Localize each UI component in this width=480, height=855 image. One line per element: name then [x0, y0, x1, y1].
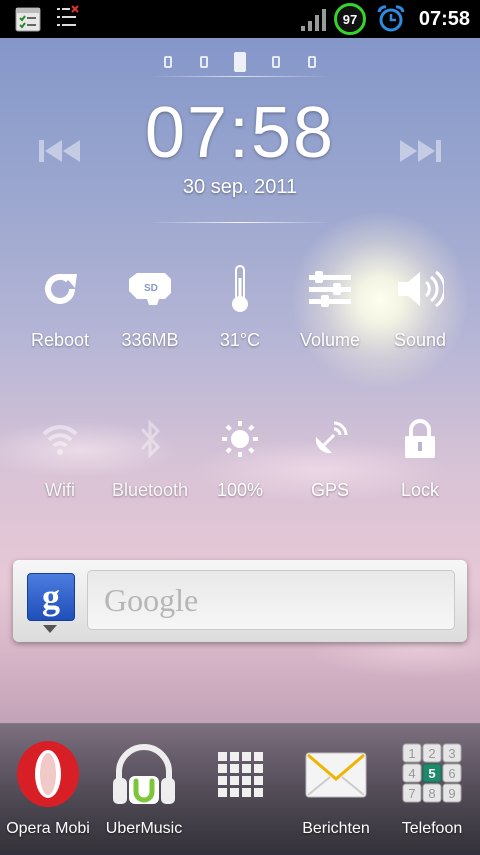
dock-app-opera[interactable]: Opera Mobi — [0, 738, 96, 838]
checklist-icon[interactable] — [56, 5, 80, 36]
toggle-label: Wifi — [45, 480, 75, 500]
svg-text:8: 8 — [428, 786, 435, 801]
ubermusic-headphones-icon — [96, 738, 192, 810]
alarm-icon — [376, 4, 406, 39]
sd-card-icon: SD — [105, 260, 195, 318]
toggle-lock[interactable]: Lock — [375, 410, 465, 501]
dock-app-berichten[interactable]: Berichten — [288, 738, 384, 838]
toggle-label: 31°C — [219, 330, 261, 350]
lock-icon — [375, 410, 465, 468]
tasks-app-icon[interactable] — [14, 5, 42, 38]
phone-dialpad-icon: 1 2 3 4 5 6 7 8 9 — [384, 738, 480, 810]
svg-text:9: 9 — [448, 786, 455, 801]
toggle-gps[interactable]: GPS — [285, 410, 375, 501]
toggle-sound[interactable]: Sound — [375, 260, 465, 351]
clock-date: 30 sep. 2011 — [182, 176, 298, 198]
page-dot-active[interactable] — [234, 52, 246, 72]
svg-text:1: 1 — [408, 746, 415, 761]
toggle-bluetooth[interactable]: Bluetooth — [105, 410, 195, 501]
divider — [150, 222, 330, 223]
toggle-brightness[interactable]: 100% — [195, 410, 285, 501]
page-dot[interactable] — [164, 56, 172, 68]
google-logo-letter: g — [42, 577, 60, 617]
toggle-label: Bluetooth — [111, 480, 189, 500]
app-drawer-grid-icon — [192, 738, 288, 810]
brightness-icon — [195, 410, 285, 468]
dock-label: Berichten — [302, 820, 370, 837]
dock-label: UberMusic — [105, 820, 183, 837]
toggle-label: Sound — [393, 330, 447, 350]
volume-sliders-icon — [285, 260, 375, 318]
dock-app-ubermusic[interactable]: UberMusic — [96, 738, 192, 838]
messages-envelope-icon — [288, 738, 384, 810]
divider — [150, 76, 330, 77]
svg-text:7: 7 — [408, 786, 415, 801]
page-indicator — [160, 52, 320, 74]
toggle-label: Lock — [400, 480, 440, 500]
page-dot[interactable] — [272, 56, 280, 68]
toggle-temperature[interactable]: 31°C — [195, 260, 285, 351]
dock-label: Telefoon — [401, 820, 463, 837]
speaker-icon — [375, 260, 465, 318]
toggle-wifi[interactable]: Wifi — [15, 410, 105, 501]
gps-satellite-icon — [285, 410, 375, 468]
battery-level: 97 — [342, 11, 358, 27]
toggle-reboot[interactable]: Reboot — [15, 260, 105, 351]
google-search-input[interactable]: Google — [87, 570, 455, 630]
signal-icon — [300, 8, 328, 37]
toggle-label: Reboot — [30, 330, 90, 350]
status-bar: 97 07:58 — [0, 0, 480, 38]
battery-indicator: 97 — [334, 3, 366, 35]
svg-text:6: 6 — [448, 766, 455, 781]
page-dot[interactable] — [308, 56, 316, 68]
page-dot[interactable] — [200, 56, 208, 68]
bluetooth-icon — [105, 410, 195, 468]
dock-app-telefoon[interactable]: 1 2 3 4 5 6 7 8 9 Telefoon — [384, 738, 480, 838]
google-search-widget: g Google — [13, 560, 467, 642]
google-logo-icon[interactable]: g — [27, 573, 75, 621]
opera-icon — [0, 738, 96, 810]
svg-text:2: 2 — [428, 746, 435, 761]
toggle-label: Volume — [299, 330, 361, 350]
status-time: 07:58 — [418, 8, 470, 30]
toggle-label: GPS — [310, 480, 349, 500]
thermometer-icon — [195, 260, 285, 318]
svg-text:4: 4 — [408, 766, 415, 781]
toggle-label: 100% — [216, 480, 264, 500]
toggle-sd-storage[interactable]: SD 336MB — [105, 260, 195, 351]
next-track-icon[interactable] — [398, 138, 442, 169]
toggle-volume[interactable]: Volume — [285, 260, 375, 351]
svg-text:5: 5 — [428, 766, 435, 781]
dock-label: Opera Mobi — [6, 820, 90, 837]
svg-text:3: 3 — [448, 746, 455, 761]
dock-app-drawer[interactable] — [192, 738, 288, 820]
svg-text:SD: SD — [144, 283, 158, 294]
toggle-label: 336MB — [121, 330, 179, 350]
search-source-dropdown-icon[interactable] — [43, 625, 57, 633]
wifi-icon — [15, 410, 105, 468]
reboot-icon — [15, 260, 105, 318]
search-placeholder: Google — [104, 582, 199, 618]
app-dock: Opera Mobi UberMusic Berichten 1 2 3 4 5… — [0, 723, 480, 855]
